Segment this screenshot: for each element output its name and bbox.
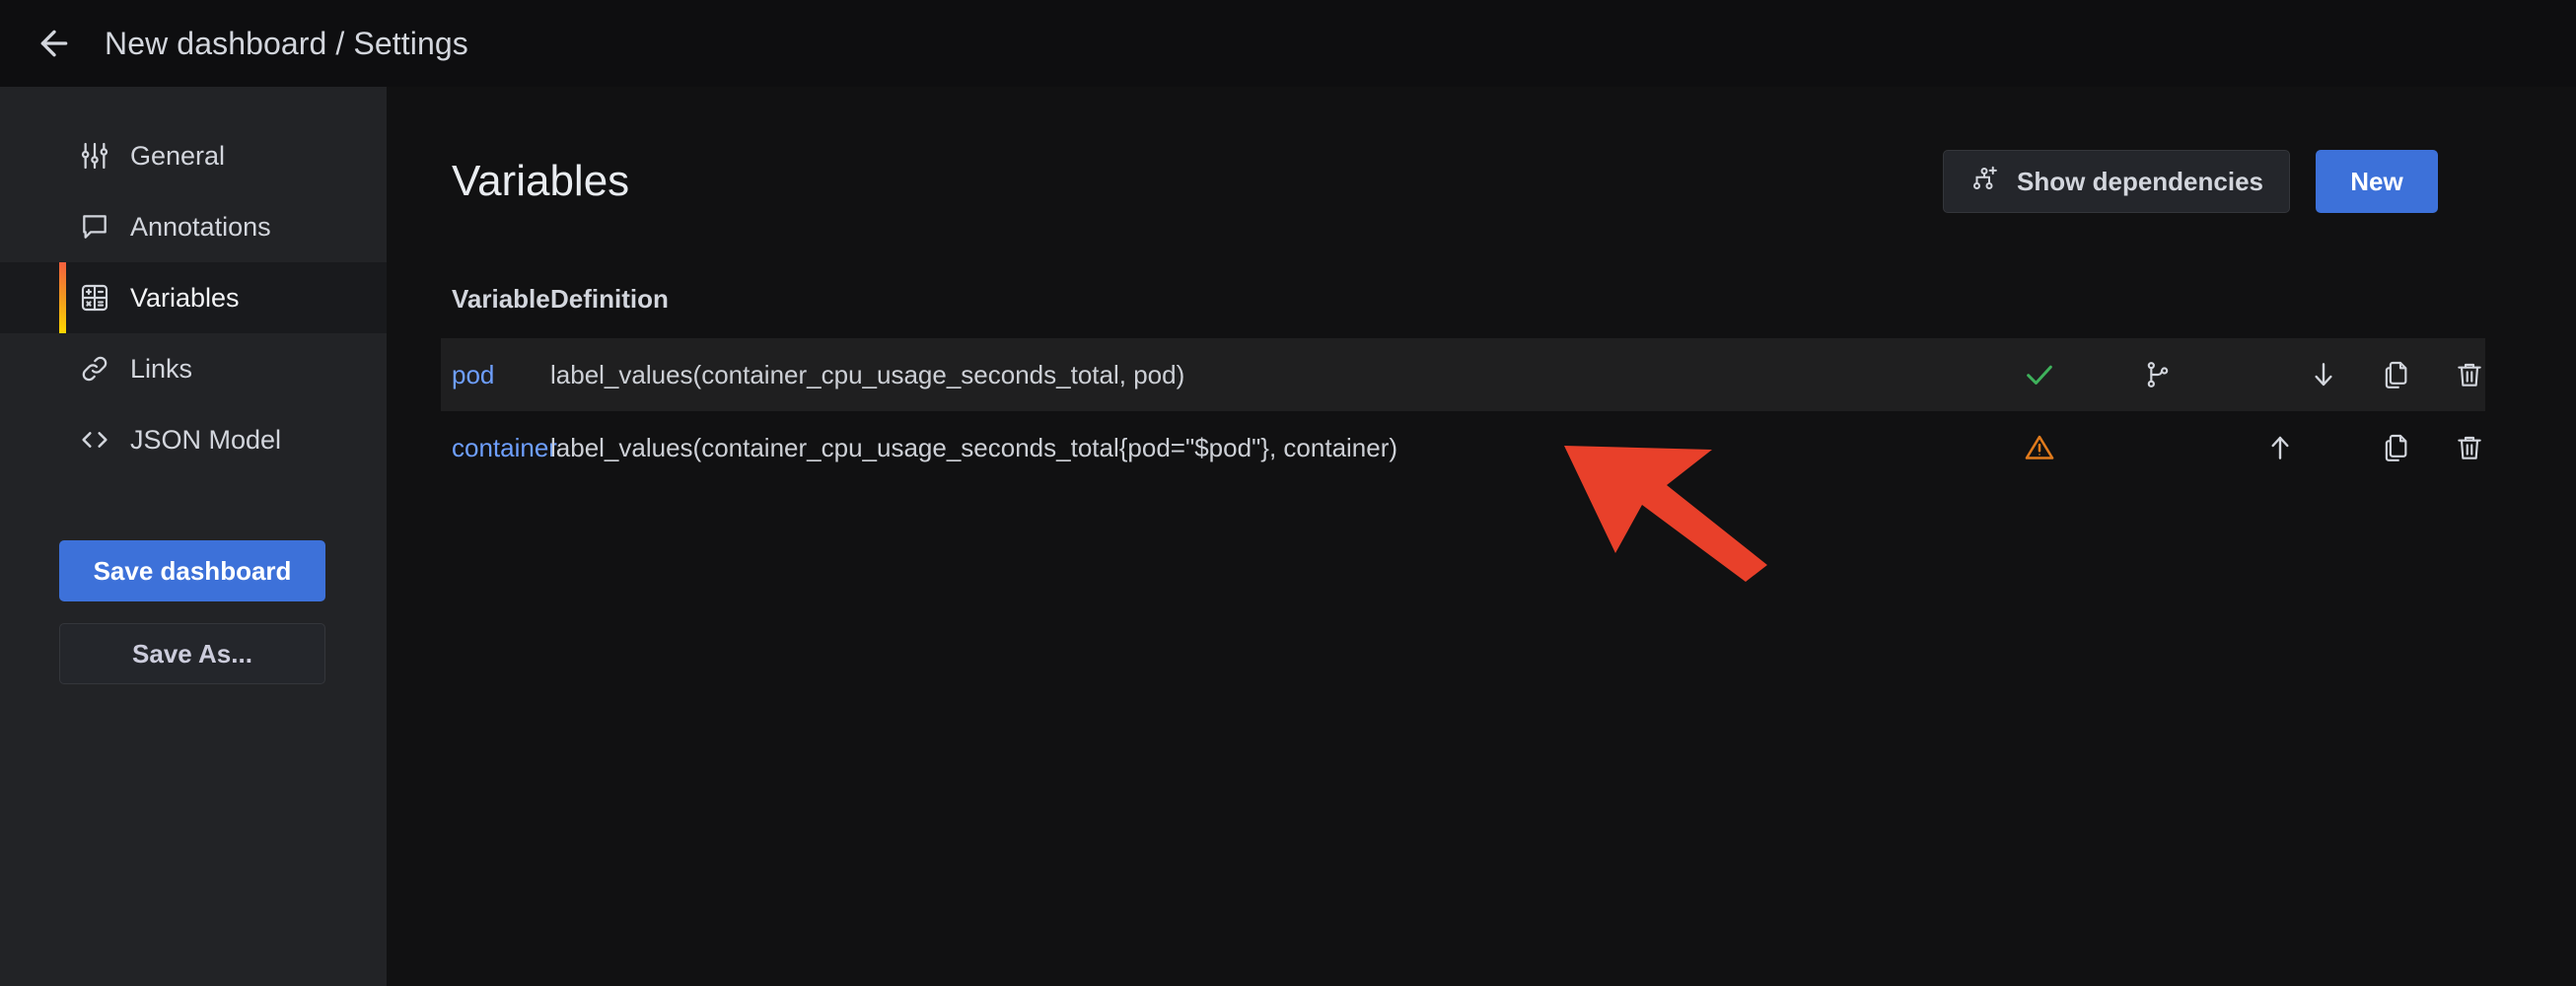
sliders-icon	[77, 138, 112, 174]
sidebar-item-json-model[interactable]: JSON Model	[0, 404, 387, 475]
trash-icon[interactable]	[2450, 428, 2489, 467]
sidebar-actions: Save dashboard Save As...	[0, 540, 387, 684]
variables-table: Variable Definition pod label_values(con…	[387, 284, 2576, 484]
sidebar-item-variables[interactable]: Variables	[0, 262, 387, 333]
copy-icon[interactable]	[2377, 428, 2416, 467]
check-icon	[2020, 355, 2059, 394]
new-variable-button[interactable]: New	[2316, 150, 2438, 213]
column-header-definition: Definition	[550, 284, 669, 314]
link-icon	[77, 351, 112, 387]
row-actions	[2020, 338, 2481, 411]
header-actions: Show dependencies New	[1943, 150, 2438, 213]
code-branch-icon[interactable]	[2138, 355, 2178, 394]
page-title: Variables	[452, 157, 630, 205]
table-row[interactable]: container label_values(container_cpu_usa…	[441, 411, 2485, 484]
save-as-button[interactable]: Save As...	[59, 623, 325, 684]
sidebar-item-label: JSON Model	[130, 424, 282, 455]
settings-sidebar: General Annotations Variables Links JSON…	[0, 87, 387, 986]
settings-nav: General Annotations Variables Links JSON…	[0, 87, 387, 475]
calculator-icon	[77, 280, 112, 316]
save-dashboard-button[interactable]: Save dashboard	[59, 540, 325, 601]
row-actions	[2020, 411, 2481, 484]
code-icon	[77, 422, 112, 458]
table-header-row: Variable Definition	[452, 284, 2576, 338]
arrow-up-icon[interactable]	[2260, 428, 2300, 467]
sidebar-item-links[interactable]: Links	[0, 333, 387, 404]
show-dependencies-label: Show dependencies	[2017, 166, 2263, 196]
arrow-left-icon	[35, 24, 74, 63]
warning-triangle-icon	[2020, 428, 2059, 467]
arrow-down-icon[interactable]	[2304, 355, 2343, 394]
table-row[interactable]: pod label_values(container_cpu_usage_sec…	[441, 338, 2485, 411]
trash-icon[interactable]	[2450, 355, 2489, 394]
column-header-variable: Variable	[452, 284, 550, 314]
variable-name-link[interactable]: pod	[452, 360, 550, 390]
copy-icon[interactable]	[2377, 355, 2416, 394]
sidebar-item-label: Variables	[130, 282, 240, 313]
comment-icon	[77, 209, 112, 245]
page-breadcrumb-title: New dashboard / Settings	[105, 25, 468, 61]
sidebar-item-annotations[interactable]: Annotations	[0, 191, 387, 262]
variable-name-link[interactable]: container	[452, 433, 557, 463]
main-content: Variables Show dependencies New Variable…	[387, 87, 2576, 986]
sidebar-item-label: General	[130, 140, 226, 171]
variables-header: Variables Show dependencies New	[387, 87, 2576, 213]
sitemap-add-icon	[1969, 164, 1999, 200]
show-dependencies-button[interactable]: Show dependencies	[1943, 150, 2290, 213]
sidebar-item-general[interactable]: General	[0, 120, 387, 191]
back-button[interactable]	[32, 21, 77, 66]
top-bar: New dashboard / Settings	[0, 0, 2576, 87]
sidebar-item-label: Annotations	[130, 211, 271, 242]
sidebar-item-label: Links	[130, 353, 193, 384]
